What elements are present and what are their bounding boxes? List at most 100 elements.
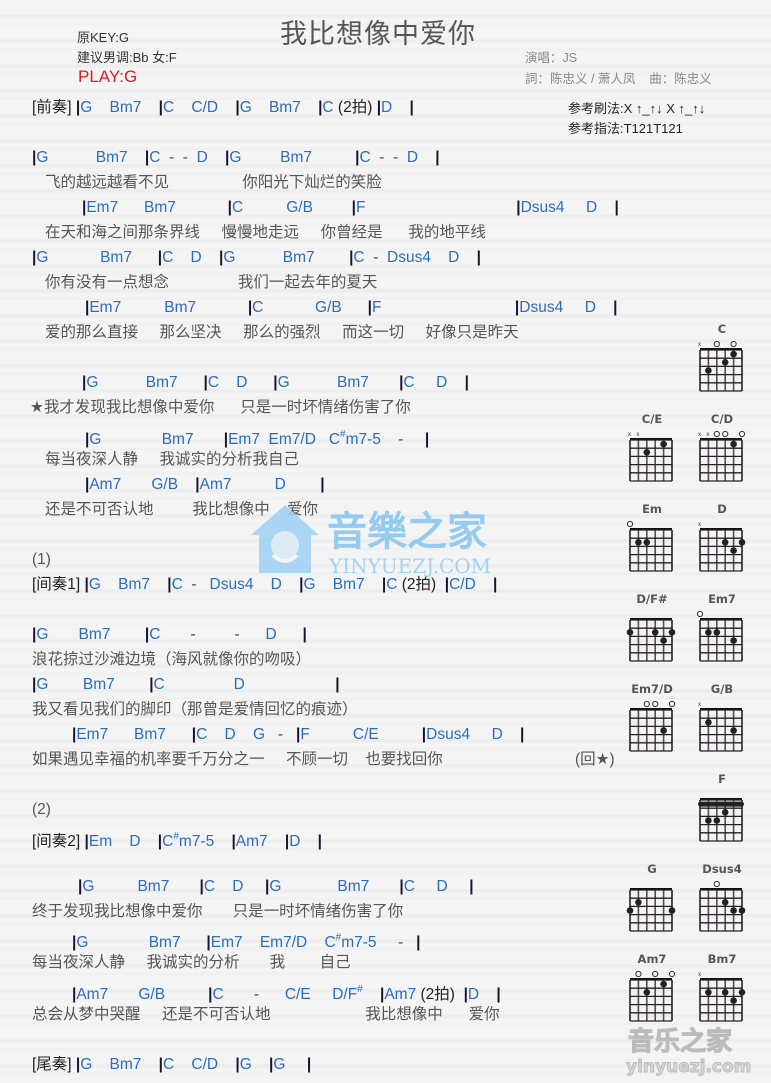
chord-line: [间奏1] |G Bm7 |C - Dsus4 D |G Bm7 |C (2拍)… (32, 575, 497, 595)
fretboard-grid (629, 700, 676, 752)
chord-symbol: F (371, 299, 515, 316)
bar-line: | (306, 1056, 312, 1073)
chord-symbol: Dsus4 D (519, 299, 614, 316)
hold-dash: - (389, 431, 425, 448)
hold-dash: - (389, 934, 417, 951)
open-string-marker (696, 610, 704, 618)
section-label: (2拍) (420, 986, 464, 1003)
chord-symbol: G Bm7 (239, 99, 319, 116)
original-key: 原KEY:G (77, 30, 130, 45)
chord-symbol: C (171, 576, 188, 593)
finger-dot (730, 907, 737, 914)
chord-symbol: G Bm7 (88, 576, 168, 593)
fretboard-grid (626, 618, 676, 662)
chord-diagram-name: F (718, 772, 726, 786)
chord-symbol: C D (403, 878, 470, 895)
finger-dot (738, 907, 746, 914)
lyric-line: 我又看见我们的脚印（那曾是爱情回忆的痕迹） (32, 701, 358, 718)
chord-symbol: C (212, 986, 250, 1003)
finger-dot (635, 539, 642, 546)
watermark-text: 音樂之家 (327, 509, 487, 555)
fretboard-grid: x (698, 702, 743, 752)
chord-symbol: G Bm7 (229, 149, 356, 166)
chord-symbol: G Bm7 (303, 576, 382, 593)
chord-symbol: G Bm7 (36, 249, 158, 266)
bar-line: | (416, 934, 421, 951)
finger-dot (626, 629, 634, 636)
finger-dot (721, 539, 729, 546)
chord-symbol: C G/B (252, 299, 368, 316)
lyric-line: (2) (32, 801, 51, 818)
chord-symbol: G Bm7 (80, 99, 159, 116)
corner-watermark-url: yinyuezj.com (626, 1057, 751, 1077)
chord-diagram-name: D/F# (636, 592, 668, 606)
bar-line: | (320, 476, 325, 493)
chord-symbol: C D (207, 374, 274, 391)
finger-dot (705, 719, 712, 726)
chord-symbol: G Bm7 (80, 1056, 159, 1073)
chord-symbol: Em7 Bm7 (86, 199, 228, 216)
chord-symbol: C (386, 576, 402, 593)
chord-symbol: C (149, 149, 165, 166)
bar-line: | (496, 986, 501, 1003)
fretboard-grid: x (698, 522, 746, 572)
lyric-line: (回★) (575, 751, 615, 768)
chord-symbol: C/E D/F (276, 986, 358, 1003)
bar-line: | (614, 199, 619, 216)
chord-line: [尾奏] |G Bm7 |C C/D |G |G | (32, 1055, 311, 1075)
corner-watermark-text: 音乐之家 (628, 1026, 732, 1057)
suggested-key: 建议男调:Bb 女:F (77, 50, 177, 65)
finger-dot (730, 997, 737, 1004)
chord-line: |G Bm7 |Em7 Em7/D C#m7-5 - | (85, 425, 429, 448)
fretboard-grid (626, 888, 676, 932)
chord-symbol: m7-5 (178, 833, 232, 850)
chord-symbol: Em7 Em7/D C (210, 934, 336, 951)
chord-symbol: Am7 D (199, 476, 321, 493)
house-note-icon: 音樂之家 YINYUEZJ.COM (251, 505, 491, 578)
chord-diagram-name: C/D (710, 412, 734, 426)
fretboard-grid (699, 880, 746, 932)
hold-dash: - (249, 986, 277, 1003)
bar-line: | (409, 99, 414, 116)
chord-symbol: C D (162, 249, 219, 266)
writer-credit: 詞：陈忠义 / 萧人凤 曲：陈忠义 (525, 72, 712, 86)
section-label: [间奏1] (32, 576, 85, 593)
fretboard-grid: x (698, 972, 746, 1022)
lyric-line: (1) (32, 551, 51, 568)
chord-symbol: F (356, 199, 517, 216)
chord-symbol: Dsus4 D (520, 199, 615, 216)
chord-symbol: D (192, 149, 226, 166)
chord-symbol: G Bm7 (36, 626, 145, 643)
chord-symbol: C D (153, 676, 336, 693)
fretboard-grid: x (698, 340, 743, 392)
lyric-line: 终于发现我比想像中爱你 只是一时坏情绪伤害了你 (32, 903, 404, 920)
finger-dot (713, 817, 721, 824)
hold-dash: - - (164, 149, 193, 166)
chord-diagram-name: G/B (710, 682, 734, 696)
muted-string-marker: x (628, 432, 631, 438)
chord-symbol: G Bm7 (76, 934, 207, 951)
lyric-line: 爱的那么直接 那么坚决 那么的强烈 而这一切 好像只是昨天 (45, 324, 519, 341)
chord-diagram-name: G (647, 862, 657, 876)
chord-symbol: Dsus4 D (382, 249, 477, 266)
chord-symbol (363, 986, 380, 1003)
chord-diagram-name: Em (642, 502, 662, 516)
chord-line: |G Bm7 |C D |G Bm7 |C - Dsus4 D | (32, 248, 481, 268)
finger-dot (705, 367, 712, 374)
bar-line: | (317, 833, 323, 850)
chord-symbol: C G/B (231, 199, 352, 216)
open-string-marker (643, 700, 650, 708)
barre-bar (698, 801, 744, 807)
hold-dash: - - (164, 626, 266, 643)
chord-symbol: G Bm7 (82, 878, 200, 895)
chord-symbol: D (381, 99, 410, 116)
fretboard-grid (629, 970, 676, 1022)
chord-symbol: G Bm7 (36, 149, 145, 166)
chord-diagram-name: Bm7 (707, 952, 737, 966)
finger-dot (721, 359, 729, 366)
muted-string-marker: x (636, 432, 639, 438)
corner-watermark: 音乐之家 yinyuezj.com (620, 1020, 770, 1078)
muted-string-marker: x (698, 432, 701, 438)
chord-symbol: Em7 Em7/D C (228, 431, 341, 448)
open-string-marker (713, 880, 720, 888)
